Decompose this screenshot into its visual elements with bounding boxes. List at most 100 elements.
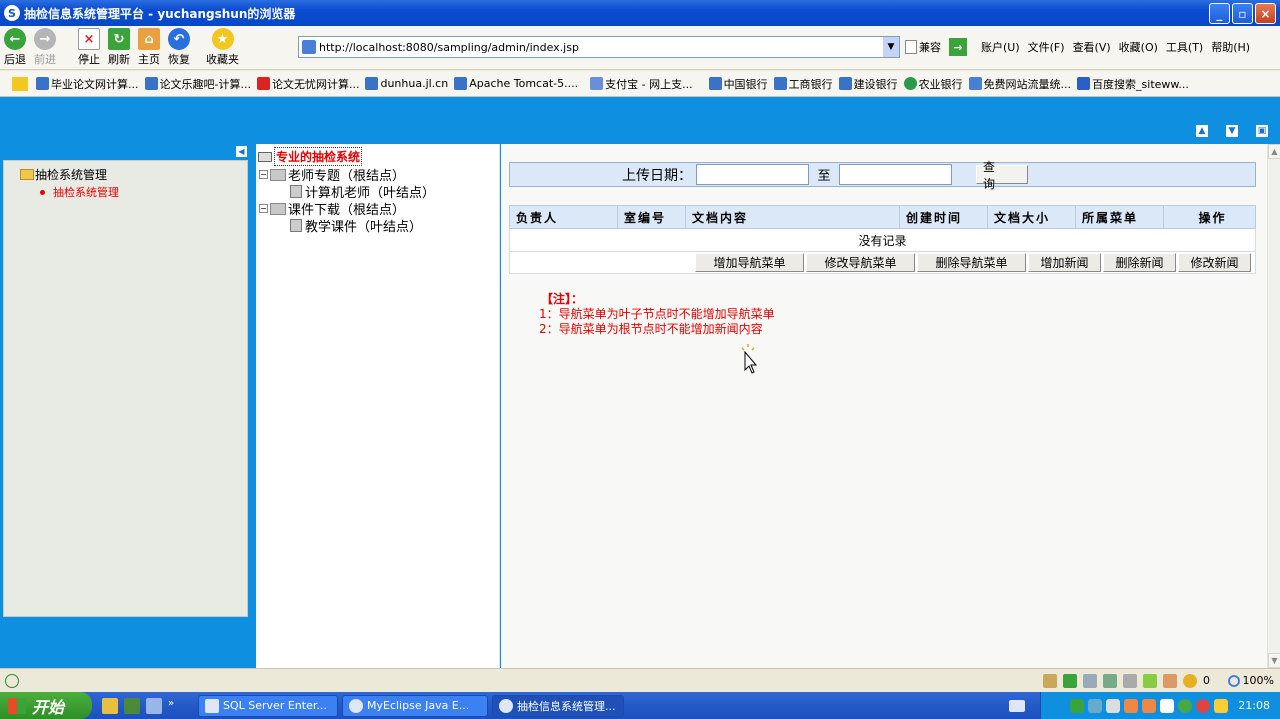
fav-item[interactable]: 免费网站流量统... <box>968 76 1071 92</box>
add-news-button[interactable]: 增加新闻 <box>1028 253 1101 272</box>
menu-file[interactable]: 文件(F) <box>1028 39 1065 55</box>
favorites-star-icon[interactable] <box>12 76 28 91</box>
menu-favorites[interactable]: 收藏(O) <box>1119 39 1158 55</box>
quicklaunch-app-icon[interactable] <box>102 697 118 714</box>
tray-network-icon[interactable] <box>1088 698 1103 713</box>
add-nav-menu-button[interactable]: 增加导航菜单 <box>695 253 804 272</box>
forward-button[interactable]: → 前进 <box>30 28 60 68</box>
taskbar-item-sql-server[interactable]: SQL Server Enter... <box>198 694 338 717</box>
ie-page-icon <box>36 77 49 90</box>
menu-help[interactable]: 帮助(H) <box>1211 39 1250 55</box>
fav-item[interactable]: dunhua.jl.cn <box>365 77 448 90</box>
menu-account[interactable]: 账户(U) <box>981 39 1020 55</box>
taskbar-item-myeclipse[interactable]: MyEclipse Java E... <box>342 694 488 717</box>
go-arrow-icon[interactable]: → <box>949 38 967 56</box>
maximize-button[interactable]: ▫ <box>1232 3 1253 24</box>
ie-page-icon <box>708 77 722 90</box>
lock-icon[interactable] <box>1103 673 1117 688</box>
scroll-up-icon[interactable]: ▲ <box>1268 144 1280 159</box>
ie-page-icon <box>454 77 468 90</box>
favorites-button[interactable]: ★ 收藏夹 <box>202 28 243 68</box>
fav-item[interactable]: 工商银行 <box>773 76 833 92</box>
sound-icon[interactable] <box>1123 673 1137 688</box>
drive-icon <box>258 151 272 162</box>
tray-qq-icon[interactable] <box>1124 698 1139 713</box>
collapse-minus-icon[interactable]: − <box>259 204 268 213</box>
show-desktop-icon[interactable] <box>146 697 162 714</box>
menu-tools[interactable]: 工具(T) <box>1166 39 1203 55</box>
edit-news-button[interactable]: 修改新闻 <box>1178 253 1251 272</box>
compat-button[interactable]: 兼容 <box>919 39 941 55</box>
stats-chart-icon <box>968 77 982 90</box>
address-dropdown-icon[interactable]: ▼ <box>883 37 899 57</box>
tree-node[interactable]: − 老师专题（根结点） <box>259 166 499 184</box>
stop-button[interactable]: × 停止 <box>74 28 104 68</box>
toggle-panel-icon[interactable]: ▣ <box>1256 125 1268 137</box>
browser-toolbar: ← 后退 → 前进 × 停止 ↻ 刷新 ⌂ 主页 ↶ 恢复 ★ 收藏夹 http… <box>0 26 1280 70</box>
fav-item[interactable]: 论文无忧网计算... <box>256 76 359 92</box>
menu-view[interactable]: 查看(V) <box>1073 39 1111 55</box>
collapse-left-icon[interactable]: ◀ <box>236 146 247 157</box>
addon-icon[interactable] <box>1043 673 1057 688</box>
scroll-bottom-icon[interactable]: ▼ <box>1226 125 1238 137</box>
tree-leaf[interactable]: 计算机老师（叶结点） <box>290 183 499 201</box>
home-button[interactable]: ⌂ 主页 <box>134 28 164 68</box>
smiley-icon[interactable] <box>1163 673 1177 688</box>
tray-doc-icon[interactable] <box>1106 698 1121 713</box>
scroll-down-icon[interactable]: ▼ <box>1268 653 1280 668</box>
back-button[interactable]: ← 后退 <box>0 28 30 68</box>
zoom-level: 100% <box>1242 674 1274 687</box>
left-menu-header[interactable]: 抽检系统管理 <box>20 166 247 183</box>
fav-item[interactable]: 百度搜索_siteww... <box>1077 76 1189 92</box>
tree-leaf[interactable]: 教学课件（叶结点） <box>290 217 499 235</box>
date-to-input[interactable] <box>839 164 952 185</box>
tray-fire-icon[interactable] <box>1214 698 1229 713</box>
ie-page-icon <box>144 77 158 90</box>
collapse-minus-icon[interactable]: − <box>259 170 268 179</box>
scroll-top-icon[interactable]: ▲ <box>1196 125 1208 137</box>
zoom-control[interactable]: 100% <box>1227 674 1274 687</box>
download-icon[interactable] <box>1063 673 1077 688</box>
tree-root[interactable]: 专业的抽检系统 <box>258 147 499 166</box>
delete-nav-menu-button[interactable]: 删除导航菜单 <box>917 253 1026 272</box>
search-bar: 上传日期： 至 查 询 <box>509 160 1256 191</box>
close-button[interactable]: × <box>1255 3 1276 24</box>
start-button[interactable]: 开始 <box>0 692 92 719</box>
keyboard-icon[interactable] <box>1009 699 1025 712</box>
fav-item[interactable]: 中国银行 <box>708 76 768 92</box>
tree-node[interactable]: − 课件下载（根结点） <box>259 200 499 218</box>
fav-item[interactable]: 建设银行 <box>838 76 898 92</box>
back-label: 后退 <box>4 53 26 66</box>
tray-qq2-icon[interactable] <box>1142 698 1157 713</box>
date-from-input[interactable] <box>696 164 809 185</box>
edit-nav-menu-button[interactable]: 修改导航菜单 <box>806 253 915 272</box>
fav-item[interactable]: 支付宝 - 网上支... <box>590 76 693 92</box>
address-bar[interactable]: http://localhost:8080/sampling/admin/ind… <box>298 36 900 58</box>
fav-item[interactable]: Apache Tomcat-5.... <box>454 77 578 90</box>
dreamweaver-icon[interactable] <box>124 697 140 714</box>
query-button[interactable]: 查 询 <box>976 160 1028 191</box>
left-menu-item[interactable]: 抽检系统管理 <box>40 184 247 200</box>
tray-app-icon[interactable] <box>1070 698 1085 713</box>
window-icon[interactable] <box>1143 673 1157 688</box>
minimize-button[interactable]: _ <box>1209 3 1230 24</box>
folder-icon <box>270 168 286 181</box>
delete-news-button[interactable]: 删除新闻 <box>1103 253 1176 272</box>
page-icon <box>302 40 316 54</box>
upload-date-label: 上传日期： <box>622 167 692 184</box>
vertical-scrollbar[interactable]: ▲ ▼ <box>1267 144 1280 668</box>
security-icon[interactable] <box>1083 673 1097 688</box>
fav-label: Apache Tomcat-5.... <box>469 77 579 90</box>
tray-volume-icon[interactable] <box>1160 698 1175 713</box>
quicklaunch-more-icon[interactable]: » <box>168 698 184 714</box>
fav-item[interactable]: 农业银行 <box>903 76 963 92</box>
clock: 21:08 <box>1238 699 1270 712</box>
restore-button[interactable]: ↶ 恢复 <box>164 28 194 68</box>
tray-shield-icon[interactable] <box>1178 698 1193 713</box>
refresh-button[interactable]: ↻ 刷新 <box>104 28 134 68</box>
taskbar-item-browser[interactable]: 抽检信息系统管理... <box>492 694 624 717</box>
fav-item[interactable]: 毕业论文网计算... <box>36 76 139 92</box>
fav-item[interactable]: 论文乐趣吧-计算... <box>144 76 251 92</box>
left-menu-panel: 抽检系统管理 抽检系统管理 <box>3 160 248 617</box>
tray-antivirus-icon[interactable] <box>1196 698 1211 713</box>
